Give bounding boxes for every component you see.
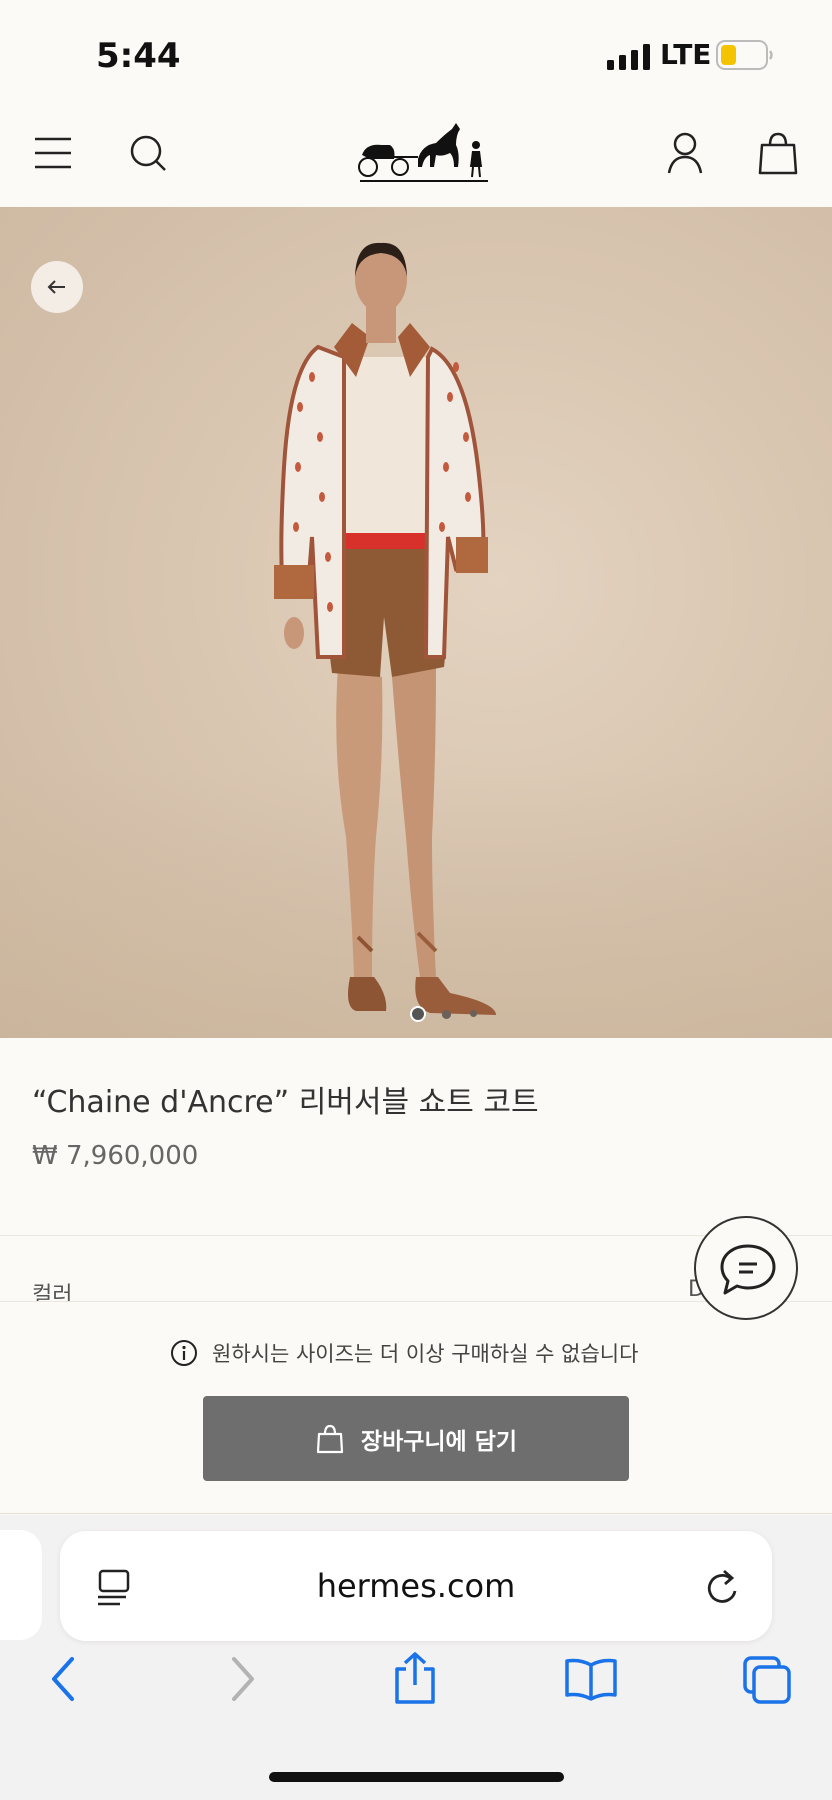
product-model-photo [274, 242, 496, 1015]
notice-text: 원하시는 사이즈는 더 이상 구매하실 수 없습니다 [212, 1342, 639, 1366]
gallery-dot-2[interactable] [442, 1010, 451, 1019]
status-time: 5:44 [96, 36, 181, 76]
availability-notice: 원하시는 사이즈는 더 이상 구매하실 수 없습니다 [170, 1337, 638, 1369]
search-icon[interactable] [128, 133, 168, 173]
browser-chrome: hermes.com [0, 1515, 832, 1800]
back-icon[interactable] [46, 1655, 80, 1703]
status-bar: 5:44 LTE [0, 0, 832, 105]
signal-icon [607, 44, 650, 70]
gallery-dot-3[interactable] [470, 1010, 477, 1017]
tabs-icon[interactable] [742, 1655, 792, 1705]
gallery-dot-1[interactable] [410, 1006, 426, 1022]
hermes-logo[interactable] [356, 115, 492, 187]
add-to-cart-button[interactable]: 장바구니에 담기 [203, 1396, 629, 1481]
url-text[interactable]: hermes.com [60, 1567, 772, 1605]
forward-icon[interactable] [226, 1655, 260, 1703]
product-price: ₩ 7,960,000 [32, 1141, 199, 1171]
gallery-pagination [410, 1004, 480, 1022]
back-button[interactable] [31, 261, 83, 313]
network-label: LTE [660, 38, 712, 71]
product-title: “Chaine d'Ancre” 리버서블 쇼트 코트 [32, 1085, 539, 1120]
previous-tab-card[interactable] [0, 1530, 42, 1640]
purchase-panel: 원하시는 사이즈는 더 이상 구매하실 수 없습니다 장바구니에 담기 [0, 1301, 832, 1514]
share-icon[interactable] [392, 1651, 438, 1705]
arrow-left-icon [47, 280, 65, 294]
site-header [0, 105, 832, 207]
shopping-bag-icon [316, 1424, 344, 1453]
reload-icon[interactable] [704, 1567, 742, 1607]
home-indicator[interactable] [269, 1772, 564, 1782]
chat-bubble-icon [720, 1244, 776, 1295]
account-icon[interactable] [666, 131, 704, 175]
product-image-gallery[interactable] [0, 207, 832, 1038]
address-bar[interactable]: hermes.com [60, 1531, 772, 1641]
battery-icon [716, 40, 773, 70]
shopping-bag-icon[interactable] [758, 131, 798, 175]
chat-button[interactable] [694, 1216, 798, 1320]
bookmarks-icon[interactable] [564, 1657, 618, 1701]
menu-icon[interactable] [33, 135, 73, 171]
add-to-cart-label: 장바구니에 담기 [360, 1428, 518, 1455]
info-icon [171, 1340, 197, 1366]
